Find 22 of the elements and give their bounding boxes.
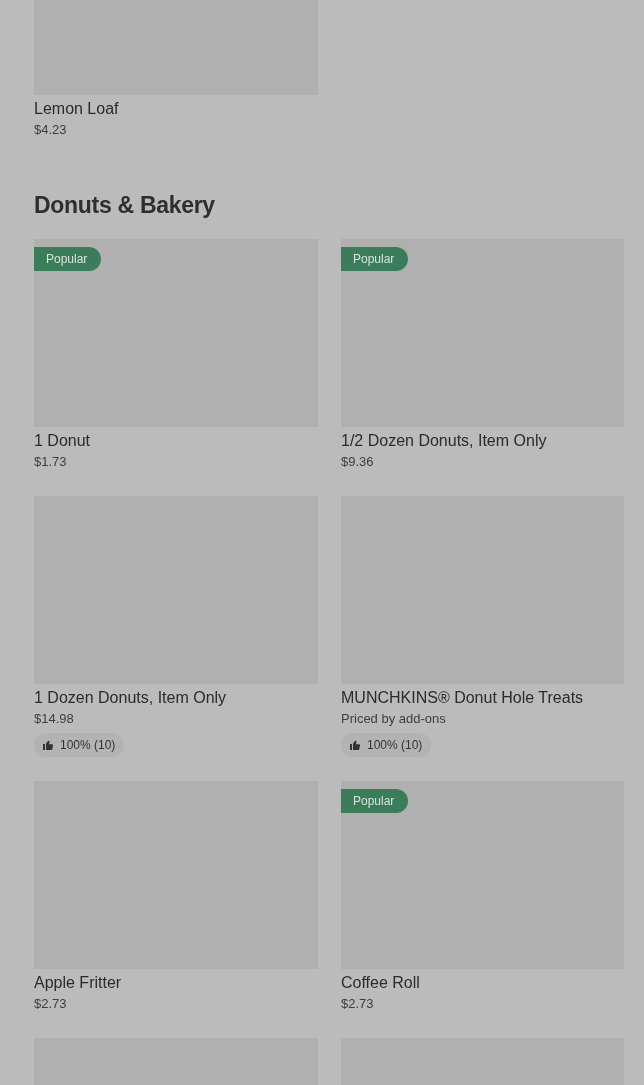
- thumbs-up-icon: [349, 739, 361, 751]
- section-heading: Donuts & Bakery: [34, 191, 216, 220]
- item-price: $9.36: [341, 453, 375, 471]
- item-price: $14.98: [34, 710, 75, 728]
- thumbs-up-icon: [42, 739, 54, 751]
- popular-badge: Popular: [34, 247, 102, 271]
- item-price: Priced by add-ons: [341, 710, 447, 728]
- item-name: Coffee Roll: [341, 973, 421, 993]
- item-price: $4.23: [34, 121, 68, 139]
- item-name: Lemon Loaf: [34, 99, 120, 119]
- item-name: 1 Donut: [34, 431, 92, 451]
- popular-badge: Popular: [341, 247, 409, 271]
- item-name: MUNCHKINS® Donut Hole Treats: [341, 688, 585, 708]
- rating-text: 100% (10): [367, 737, 423, 754]
- item-name: 1 Dozen Donuts, Item Only: [34, 688, 228, 708]
- item-price: $1.73: [34, 453, 68, 471]
- item-price: $2.73: [34, 995, 68, 1013]
- rating-text: 100% (10): [60, 737, 116, 754]
- popular-badge: Popular: [341, 789, 409, 813]
- item-name: Apple Fritter: [34, 973, 123, 993]
- item-name: 1/2 Dozen Donuts, Item Only: [341, 431, 548, 451]
- item-price: $2.73: [341, 995, 375, 1013]
